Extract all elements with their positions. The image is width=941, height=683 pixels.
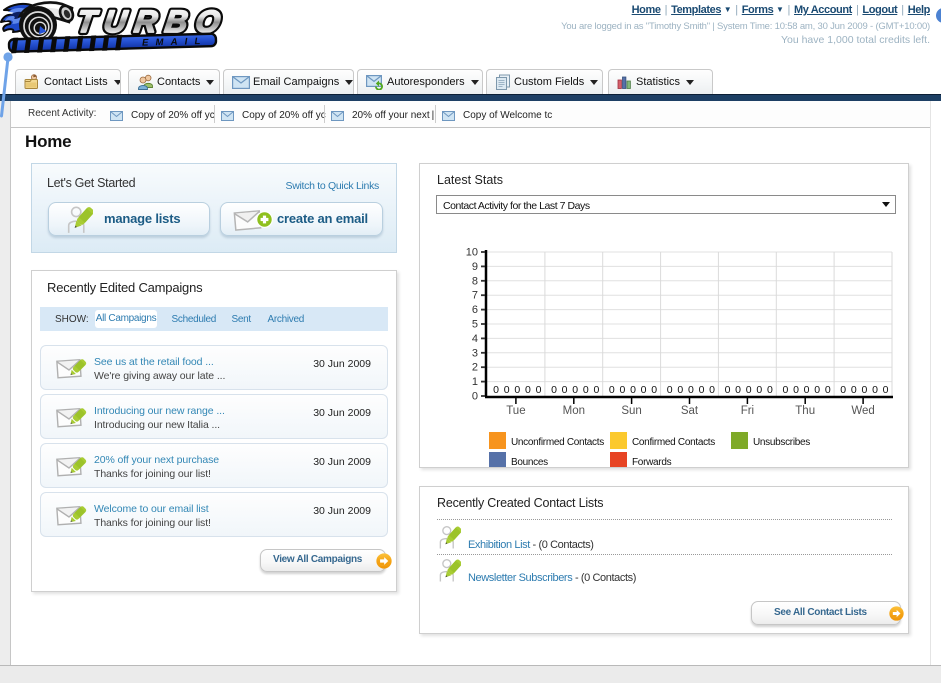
svg-text:Sun: Sun — [621, 405, 641, 417]
svg-text:0: 0 — [677, 384, 683, 396]
svg-text:6: 6 — [472, 304, 478, 316]
svg-text:0: 0 — [688, 384, 694, 396]
svg-text:0: 0 — [609, 384, 615, 396]
svg-text:0: 0 — [851, 384, 857, 396]
svg-text:0: 0 — [793, 384, 799, 396]
svg-text:0: 0 — [551, 384, 557, 396]
svg-text:0: 0 — [572, 384, 578, 396]
svg-text:0: 0 — [804, 384, 810, 396]
svg-text:0: 0 — [746, 384, 752, 396]
svg-text:0: 0 — [630, 384, 636, 396]
svg-text:0: 0 — [735, 384, 741, 396]
svg-text:0: 0 — [536, 384, 542, 396]
svg-text:3: 3 — [472, 347, 478, 359]
svg-text:0: 0 — [504, 384, 510, 396]
svg-text:0: 0 — [756, 384, 762, 396]
svg-text:0: 0 — [651, 384, 657, 396]
svg-text:0: 0 — [514, 384, 520, 396]
svg-text:0: 0 — [525, 384, 531, 396]
svg-text:0: 0 — [593, 384, 599, 396]
svg-text:0: 0 — [872, 384, 878, 396]
svg-text:2: 2 — [472, 362, 478, 374]
svg-text:EMAIL: EMAIL — [142, 36, 208, 49]
svg-text:0: 0 — [641, 384, 647, 396]
svg-text:Unconfirmed Contacts: Unconfirmed Contacts — [511, 437, 604, 448]
svg-text:0: 0 — [562, 384, 568, 396]
svg-text:5: 5 — [472, 319, 478, 331]
svg-text:7: 7 — [472, 290, 478, 302]
svg-text:0: 0 — [493, 384, 499, 396]
svg-text:Forwards: Forwards — [632, 457, 672, 467]
svg-text:0: 0 — [699, 384, 705, 396]
svg-text:0: 0 — [725, 384, 731, 396]
svg-text:0: 0 — [840, 384, 846, 396]
svg-text:TURBO: TURBO — [75, 4, 223, 39]
svg-text:0: 0 — [472, 391, 478, 403]
svg-text:TURBO: TURBO — [75, 4, 223, 39]
svg-text:4: 4 — [472, 333, 478, 345]
svg-text:Sat: Sat — [681, 405, 699, 417]
svg-text:0: 0 — [767, 384, 773, 396]
svg-text:0: 0 — [583, 384, 589, 396]
svg-text:0: 0 — [619, 384, 625, 396]
svg-text:8: 8 — [472, 275, 478, 287]
svg-text:Wed: Wed — [851, 405, 874, 417]
svg-text:Thu: Thu — [795, 405, 815, 417]
svg-text:Tue: Tue — [506, 405, 525, 417]
svg-text:0: 0 — [861, 384, 867, 396]
svg-text:0: 0 — [814, 384, 820, 396]
svg-text:0: 0 — [782, 384, 788, 396]
svg-text:0: 0 — [667, 384, 673, 396]
svg-text:10: 10 — [466, 247, 478, 259]
svg-text:Unsubscribes: Unsubscribes — [753, 437, 810, 448]
svg-text:Confirmed Contacts: Confirmed Contacts — [632, 437, 715, 448]
svg-text:0: 0 — [883, 384, 889, 396]
svg-text:Mon: Mon — [563, 405, 585, 417]
svg-text:Bounces: Bounces — [511, 457, 548, 467]
svg-text:Fri: Fri — [741, 405, 754, 417]
svg-text:9: 9 — [472, 261, 478, 273]
svg-text:0: 0 — [709, 384, 715, 396]
svg-text:0: 0 — [825, 384, 831, 396]
svg-text:1: 1 — [472, 376, 478, 388]
